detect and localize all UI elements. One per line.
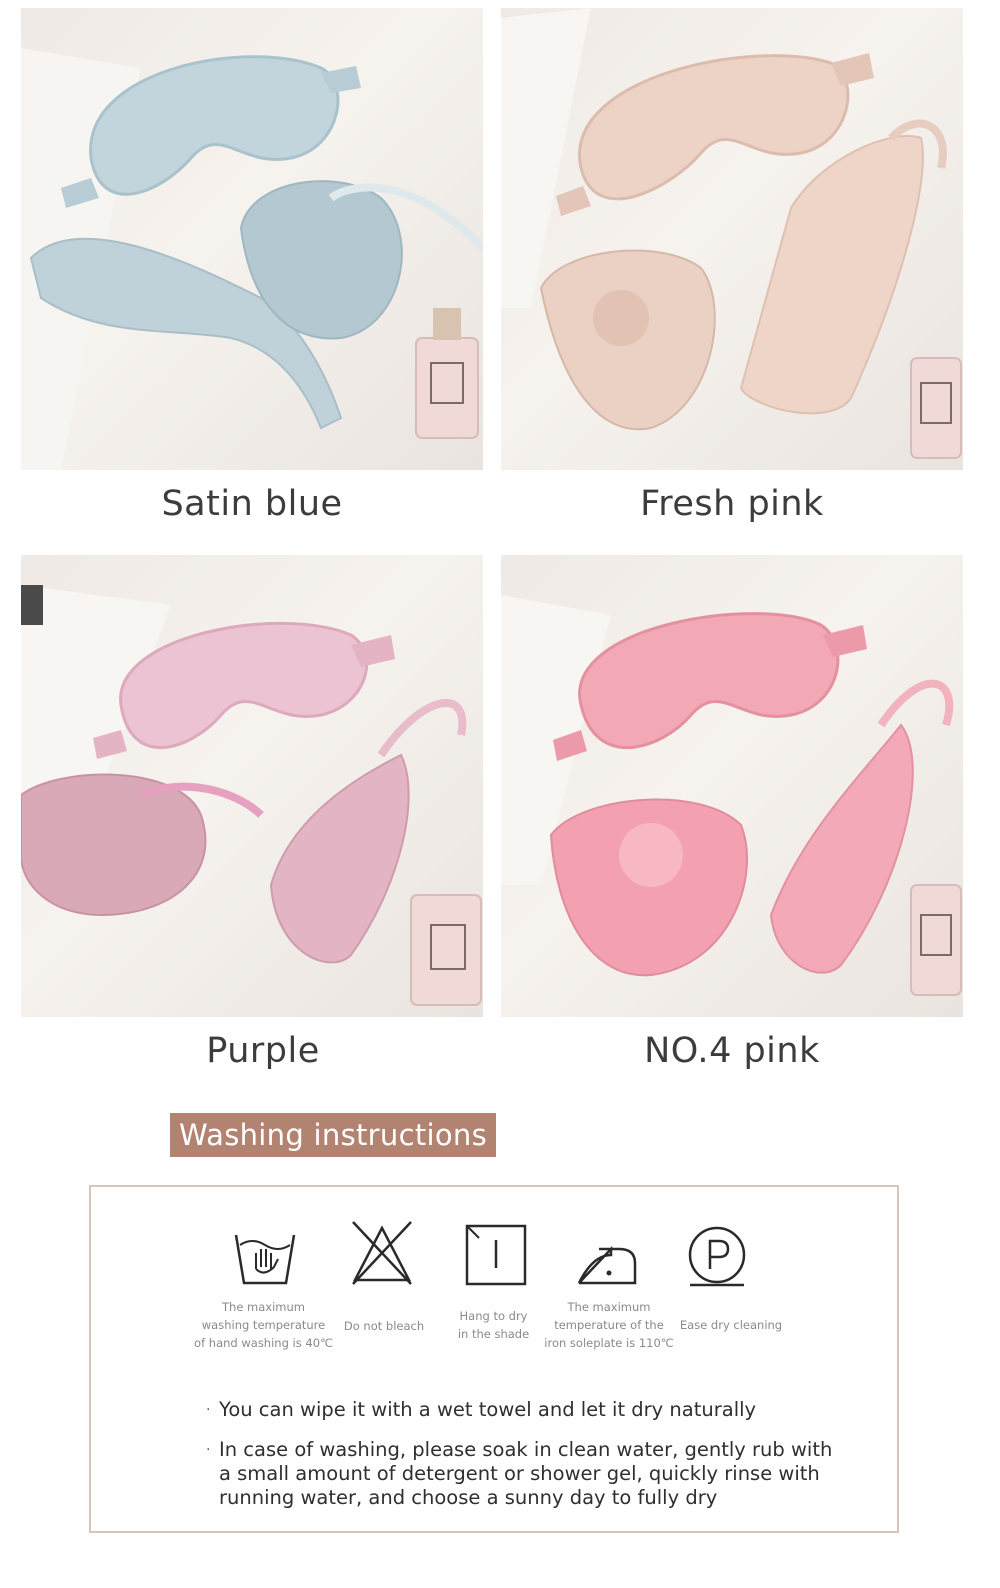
purple-illustration [21,585,482,1006]
iron-label-line: temperature of the [554,1318,664,1332]
no4-pink-illustration [501,595,962,996]
hand-wash-label: The maximum washing temperature of hand … [181,1298,346,1352]
caption-satin-blue: Satin blue [161,484,343,524]
dry-in-shade-icon [465,1224,527,1286]
iron-icon [575,1245,639,1287]
hand-wash-label-line: The maximum [222,1300,305,1314]
hand-wash-icon [232,1229,298,1287]
product-photo-satin-blue [21,8,483,470]
bullet-wipe: · You can wipe it with a wet towel and l… [206,1398,846,1422]
product-photo-fresh-pink [501,8,963,470]
bullet-text: running water, and choose a sunny day to… [219,1486,718,1509]
dry-in-shade-label-line: Hang to dry [459,1309,528,1323]
satin-blue-illustration [21,48,483,470]
bullet-text: a small amount of detergent or shower ge… [219,1462,820,1485]
washing-instructions-title: Washing instructions [170,1113,496,1157]
hand-wash-label-line: of hand washing is 40℃ [194,1336,333,1350]
product-photo-no4-pink [501,555,963,1017]
no-bleach-icon [349,1220,415,1286]
bullet-text: In case of washing, please soak in clean… [219,1438,833,1461]
dry-clean-label-line: Ease dry cleaning [679,1318,783,1332]
no-bleach-label-line: Do not bleach [343,1319,425,1333]
iron-label-line: iron soleplate is 110℃ [544,1336,674,1350]
caption-no4-pink: NO.4 pink [644,1031,820,1071]
dry-clean-label: Ease dry cleaning [672,1316,790,1334]
dry-in-shade-label-line: in the shade [457,1327,530,1341]
product-photo-purple [21,555,483,1017]
hand-wash-label-line: washing temperature [201,1318,326,1332]
dry-clean-icon [686,1225,748,1287]
bullet-washing: · In case of washing, please soak in cle… [206,1438,846,1510]
no-bleach-label: Do not bleach [334,1317,434,1335]
bullet-text: You can wipe it with a wet towel and let… [219,1398,757,1421]
bullet-mark: · [206,1442,211,1458]
caption-fresh-pink: Fresh pink [640,484,824,524]
fresh-pink-illustration [501,8,962,459]
iron-label-line: The maximum [567,1300,651,1314]
iron-label: The maximum temperature of the iron sole… [539,1298,679,1352]
bullet-mark: · [206,1402,211,1418]
caption-purple: Purple [206,1031,320,1071]
dry-in-shade-label: Hang to dry in the shade [441,1307,546,1343]
